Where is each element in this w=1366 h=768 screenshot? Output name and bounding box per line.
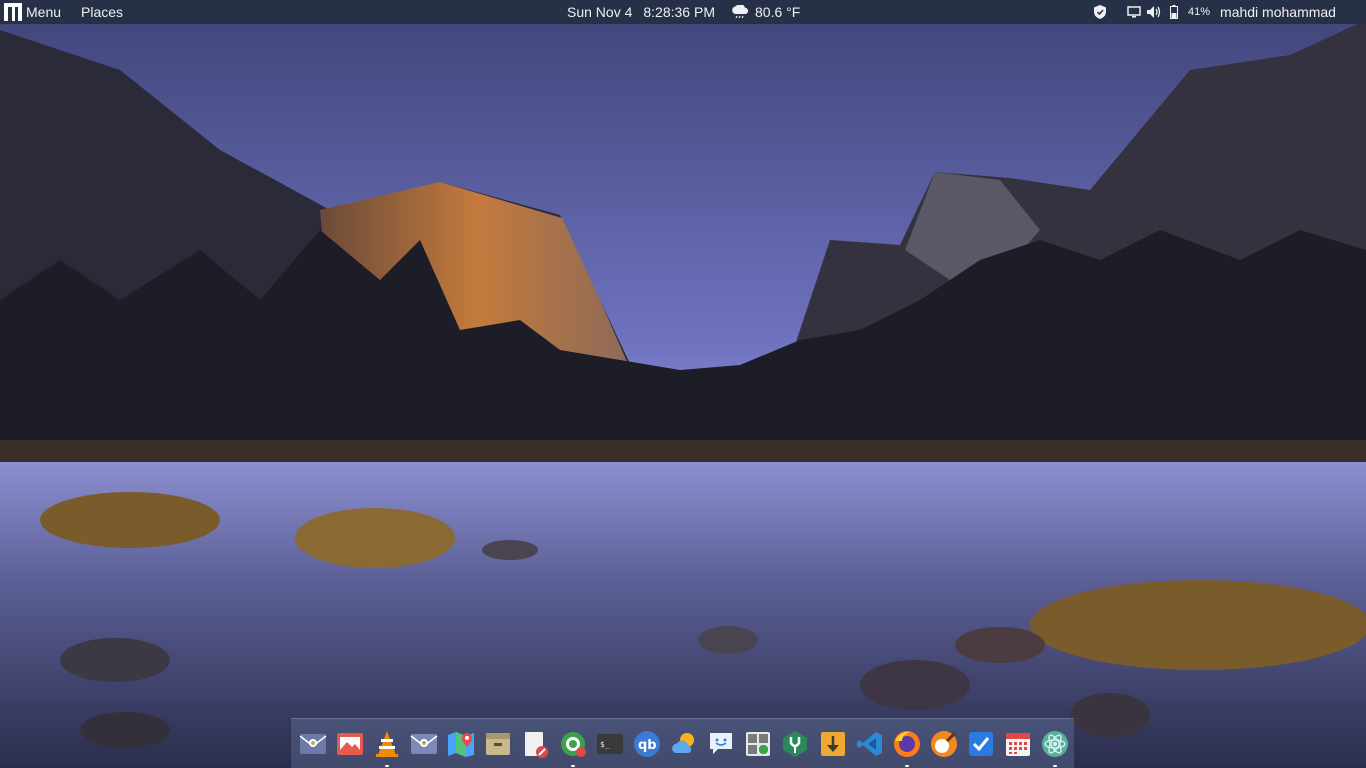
mail-app-launcher[interactable] <box>296 727 330 761</box>
archive-manager-app-launcher[interactable] <box>481 727 515 761</box>
software-center-app-launcher[interactable] <box>556 727 590 767</box>
maps-app-launcher[interactable] <box>444 727 478 761</box>
mail-icon <box>299 733 327 754</box>
chat-app-launcher[interactable] <box>704 727 738 761</box>
menu-label: Menu <box>26 4 62 20</box>
desktop-wallpaper <box>0 0 1366 768</box>
download-manager-app-launcher[interactable] <box>816 727 850 761</box>
calendar-icon <box>1006 732 1031 756</box>
battery-percent: 41% <box>1188 6 1211 18</box>
weather-app-launcher[interactable] <box>667 727 701 761</box>
firefox-app-launcher[interactable] <box>890 727 924 767</box>
top-panel: Menu Places Sun Nov 4 8:28:36 PM 80.6 °F… <box>0 0 1366 24</box>
text-editor-icon <box>525 731 549 758</box>
calculator-icon <box>746 731 771 756</box>
atom-app-launcher[interactable] <box>1038 727 1072 767</box>
svg-text:qb: qb <box>638 738 657 753</box>
cloud-rain-icon <box>732 5 749 19</box>
archive-box-icon <box>486 732 511 755</box>
image-viewer-icon <box>336 732 363 755</box>
vlc-app-launcher[interactable] <box>370 727 404 767</box>
atom-icon <box>1042 730 1069 757</box>
running-indicator <box>384 764 389 767</box>
mail-app-2-launcher[interactable] <box>407 727 441 761</box>
qbittorrent-icon: qb <box>633 730 660 757</box>
firefox-icon <box>893 730 920 757</box>
text-editor-app-launcher[interactable] <box>518 727 552 761</box>
checkmark-icon <box>969 731 994 756</box>
mail-icon-2 <box>410 733 438 754</box>
user-name[interactable]: mahdi mohammad <box>1220 4 1336 20</box>
calendar-app-launcher[interactable] <box>1001 727 1035 761</box>
clock-time: 8:28:36 PM <box>643 4 715 20</box>
tasks-app-launcher[interactable] <box>964 727 998 761</box>
weather-sun-cloud-icon <box>672 732 694 753</box>
vscode-app-launcher[interactable] <box>853 727 887 761</box>
image-viewer-app-launcher[interactable] <box>333 727 367 761</box>
places-button[interactable]: Places <box>81 0 123 24</box>
vlc-cone-icon <box>375 730 398 757</box>
terminal-icon: $_ <box>596 733 623 754</box>
network-tool-icon <box>783 730 808 757</box>
shield-icon[interactable] <box>1090 0 1110 24</box>
vscode-icon <box>856 731 882 756</box>
chat-bubble-icon <box>710 732 733 754</box>
running-indicator <box>570 764 575 767</box>
running-indicator <box>1053 764 1058 767</box>
manjaro-logo-icon <box>4 3 22 21</box>
dock: $_ qb <box>291 718 1074 768</box>
paint-app-launcher[interactable] <box>927 727 961 761</box>
menu-button[interactable]: Menu <box>4 0 61 24</box>
running-indicator <box>904 764 909 767</box>
terminal-app-launcher[interactable]: $_ <box>593 727 627 761</box>
software-center-icon <box>560 731 586 757</box>
qbittorrent-app-launcher[interactable]: qb <box>630 727 664 761</box>
paint-brush-icon <box>930 730 957 757</box>
weather-applet[interactable]: 80.6 °F <box>731 0 800 24</box>
volume-icon[interactable] <box>1144 0 1164 24</box>
clock-date: Sun Nov 4 <box>567 4 633 20</box>
map-pin-icon <box>448 731 475 757</box>
svg-text:$_: $_ <box>600 740 610 749</box>
calculator-app-launcher[interactable] <box>741 727 775 761</box>
network-tool-app-launcher[interactable] <box>778 727 812 761</box>
screen-icon[interactable] <box>1124 0 1144 24</box>
weather-temp: 80.6 °F <box>755 4 801 20</box>
battery-icon[interactable] <box>1164 0 1184 24</box>
clock[interactable]: Sun Nov 4 8:28:36 PM <box>567 0 715 24</box>
system-tray: 41% mahdi mohammad <box>1090 0 1336 24</box>
download-arrow-icon <box>820 731 845 756</box>
places-label: Places <box>81 4 124 20</box>
